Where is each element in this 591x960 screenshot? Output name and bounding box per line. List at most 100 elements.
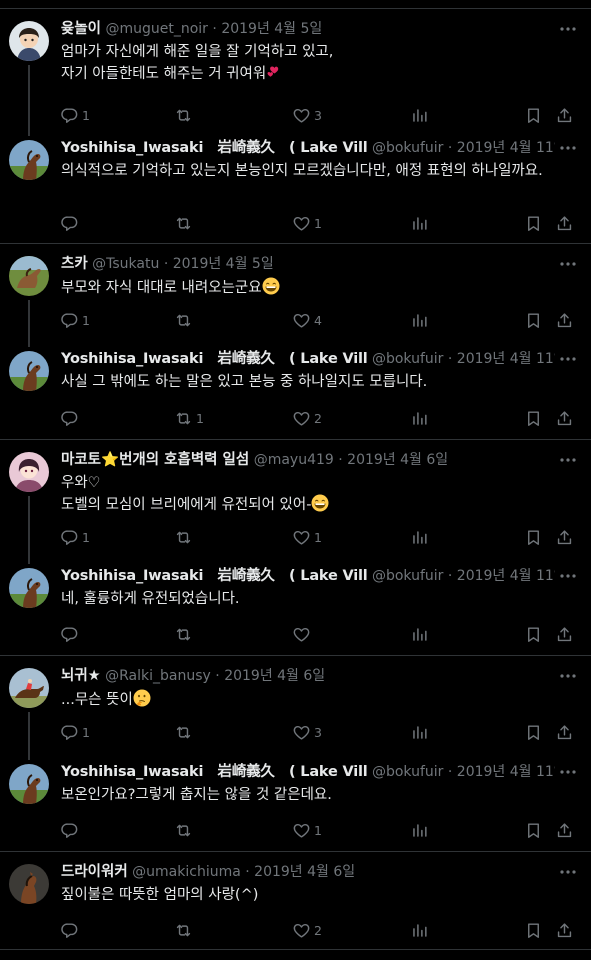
tweet-date[interactable]: 2019년 4월 11일 xyxy=(457,568,555,584)
share-button[interactable] xyxy=(555,720,574,744)
share-button[interactable] xyxy=(555,818,574,842)
more-options-icon[interactable] xyxy=(559,568,577,584)
user-handle[interactable]: @Tsukatu xyxy=(92,256,159,272)
display-name[interactable]: Yoshihisa_Iwasaki 岩崎義久 ( Lake Vill xyxy=(61,764,368,780)
views-button[interactable] xyxy=(410,406,429,430)
display-name[interactable]: 마코토⭐번개의 호흡벽력 일섬 xyxy=(61,452,249,468)
display-name[interactable]: 윶놀이 xyxy=(61,21,101,37)
share-button[interactable] xyxy=(555,308,574,332)
like-button[interactable]: 3 xyxy=(292,720,322,744)
tweet[interactable]: Yoshihisa_Iwasaki 岩崎義久 ( Lake Vill @boku… xyxy=(0,556,591,656)
tweet[interactable]: Yoshihisa_Iwasaki 岩崎義久 ( Lake Vill @boku… xyxy=(0,752,591,852)
more-options-icon[interactable] xyxy=(559,452,577,468)
avatar[interactable] xyxy=(9,452,49,492)
reply-button[interactable] xyxy=(60,406,82,430)
like-button[interactable]: 1 xyxy=(292,525,322,549)
reply-button[interactable]: 1 xyxy=(60,308,90,332)
bookmark-button[interactable] xyxy=(524,720,543,744)
like-button[interactable]: 2 xyxy=(292,918,322,942)
tweet-date[interactable]: 2019년 4월 5일 xyxy=(221,21,322,37)
views-button[interactable] xyxy=(410,103,429,127)
share-button[interactable] xyxy=(555,211,574,235)
user-handle[interactable]: @mayu419 xyxy=(254,452,334,468)
more-options-icon[interactable] xyxy=(559,351,577,367)
avatar[interactable] xyxy=(9,140,49,180)
views-button[interactable] xyxy=(410,525,429,549)
reply-button[interactable]: 1 xyxy=(60,720,90,744)
reply-button[interactable] xyxy=(60,622,82,646)
reply-button[interactable]: 1 xyxy=(60,103,90,127)
user-handle[interactable]: @bokufuir xyxy=(372,140,443,156)
more-options-icon[interactable] xyxy=(559,668,577,684)
more-options-icon[interactable] xyxy=(559,764,577,780)
more-options-icon[interactable] xyxy=(559,864,577,880)
user-handle[interactable]: @umakichiuma xyxy=(132,864,241,880)
tweet-date[interactable]: 2019년 4월 11일 xyxy=(457,351,555,367)
reply-button[interactable]: 1 xyxy=(60,525,90,549)
tweet-date[interactable]: 2019년 4월 11일 xyxy=(457,764,555,780)
user-handle[interactable]: @bokufuir xyxy=(372,351,443,367)
tweet[interactable]: 츠카 @Tsukatu · 2019년 4월 5일 부모와 자식 대대로 내려오… xyxy=(0,244,591,339)
avatar[interactable] xyxy=(9,668,49,708)
retweet-button[interactable] xyxy=(174,720,196,744)
like-button[interactable]: 4 xyxy=(292,308,322,332)
avatar[interactable] xyxy=(9,256,49,296)
views-button[interactable] xyxy=(410,720,429,744)
user-handle[interactable]: @bokufuir xyxy=(372,568,443,584)
user-handle[interactable]: @Ralki_banusy xyxy=(105,668,211,684)
retweet-button[interactable] xyxy=(174,622,196,646)
retweet-button[interactable] xyxy=(174,308,196,332)
reply-button[interactable] xyxy=(60,818,82,842)
bookmark-button[interactable] xyxy=(524,308,543,332)
display-name[interactable]: 뇌귀★ xyxy=(61,668,101,684)
retweet-button[interactable] xyxy=(174,918,196,942)
reply-button[interactable] xyxy=(60,211,82,235)
like-button[interactable]: 1 xyxy=(292,818,322,842)
views-button[interactable] xyxy=(410,918,429,942)
views-button[interactable] xyxy=(410,308,429,332)
bookmark-button[interactable] xyxy=(524,918,543,942)
avatar[interactable] xyxy=(9,351,49,391)
retweet-button[interactable] xyxy=(174,211,196,235)
share-button[interactable] xyxy=(555,918,574,942)
user-handle[interactable]: @muguet_noir xyxy=(105,21,207,37)
retweet-button[interactable] xyxy=(174,818,196,842)
like-button[interactable]: 2 xyxy=(292,406,322,430)
tweet[interactable]: Yoshihisa_Iwasaki 岩崎義久 ( Lake Vill @boku… xyxy=(0,128,591,244)
display-name[interactable]: Yoshihisa_Iwasaki 岩崎義久 ( Lake Vill xyxy=(61,568,368,584)
avatar[interactable] xyxy=(9,21,49,61)
bookmark-button[interactable] xyxy=(524,818,543,842)
tweet-date[interactable]: 2019년 4월 6일 xyxy=(254,864,355,880)
reply-button[interactable] xyxy=(60,918,82,942)
display-name[interactable]: Yoshihisa_Iwasaki 岩崎義久 ( Lake Vill xyxy=(61,140,368,156)
avatar[interactable] xyxy=(9,864,49,904)
tweet[interactable]: 뇌귀★ @Ralki_banusy · 2019년 4월 6일 ...무슨 뜻이… xyxy=(0,656,591,752)
display-name[interactable]: 츠카 xyxy=(61,256,88,272)
tweet[interactable]: 윶놀이 @muguet_noir · 2019년 4월 5일 엄마가 자신에게 … xyxy=(0,9,591,128)
tweet-date[interactable]: 2019년 4월 11일 xyxy=(457,140,555,156)
bookmark-button[interactable] xyxy=(524,622,543,646)
tweet[interactable]: 마코토⭐번개의 호흡벽력 일섬 @mayu419 · 2019년 4월 6일 우… xyxy=(0,440,591,556)
share-button[interactable] xyxy=(555,103,574,127)
like-button[interactable] xyxy=(292,622,314,646)
bookmark-button[interactable] xyxy=(524,103,543,127)
display-name[interactable]: Yoshihisa_Iwasaki 岩崎義久 ( Lake Vill xyxy=(61,351,368,367)
more-options-icon[interactable] xyxy=(559,140,577,156)
user-handle[interactable]: @bokufuir xyxy=(372,764,443,780)
tweet[interactable]: Yoshihisa_Iwasaki 岩崎義久 ( Lake Vill @boku… xyxy=(0,339,591,440)
views-button[interactable] xyxy=(410,622,429,646)
tweet-date[interactable]: 2019년 4월 5일 xyxy=(173,256,274,272)
retweet-button[interactable] xyxy=(174,103,196,127)
share-button[interactable] xyxy=(555,525,574,549)
more-options-icon[interactable] xyxy=(559,21,577,37)
more-options-icon[interactable] xyxy=(559,256,577,272)
retweet-button[interactable]: 1 xyxy=(174,406,204,430)
tweet-date[interactable]: 2019년 4월 6일 xyxy=(347,452,448,468)
share-button[interactable] xyxy=(555,622,574,646)
bookmark-button[interactable] xyxy=(524,211,543,235)
display-name[interactable]: 드라이워커 xyxy=(61,864,128,880)
tweet[interactable]: 드라이워커 @umakichiuma · 2019년 4월 6일 짚이불은 따뜻… xyxy=(0,852,591,950)
avatar[interactable] xyxy=(9,568,49,608)
tweet-date[interactable]: 2019년 4월 6일 xyxy=(224,668,325,684)
bookmark-button[interactable] xyxy=(524,525,543,549)
